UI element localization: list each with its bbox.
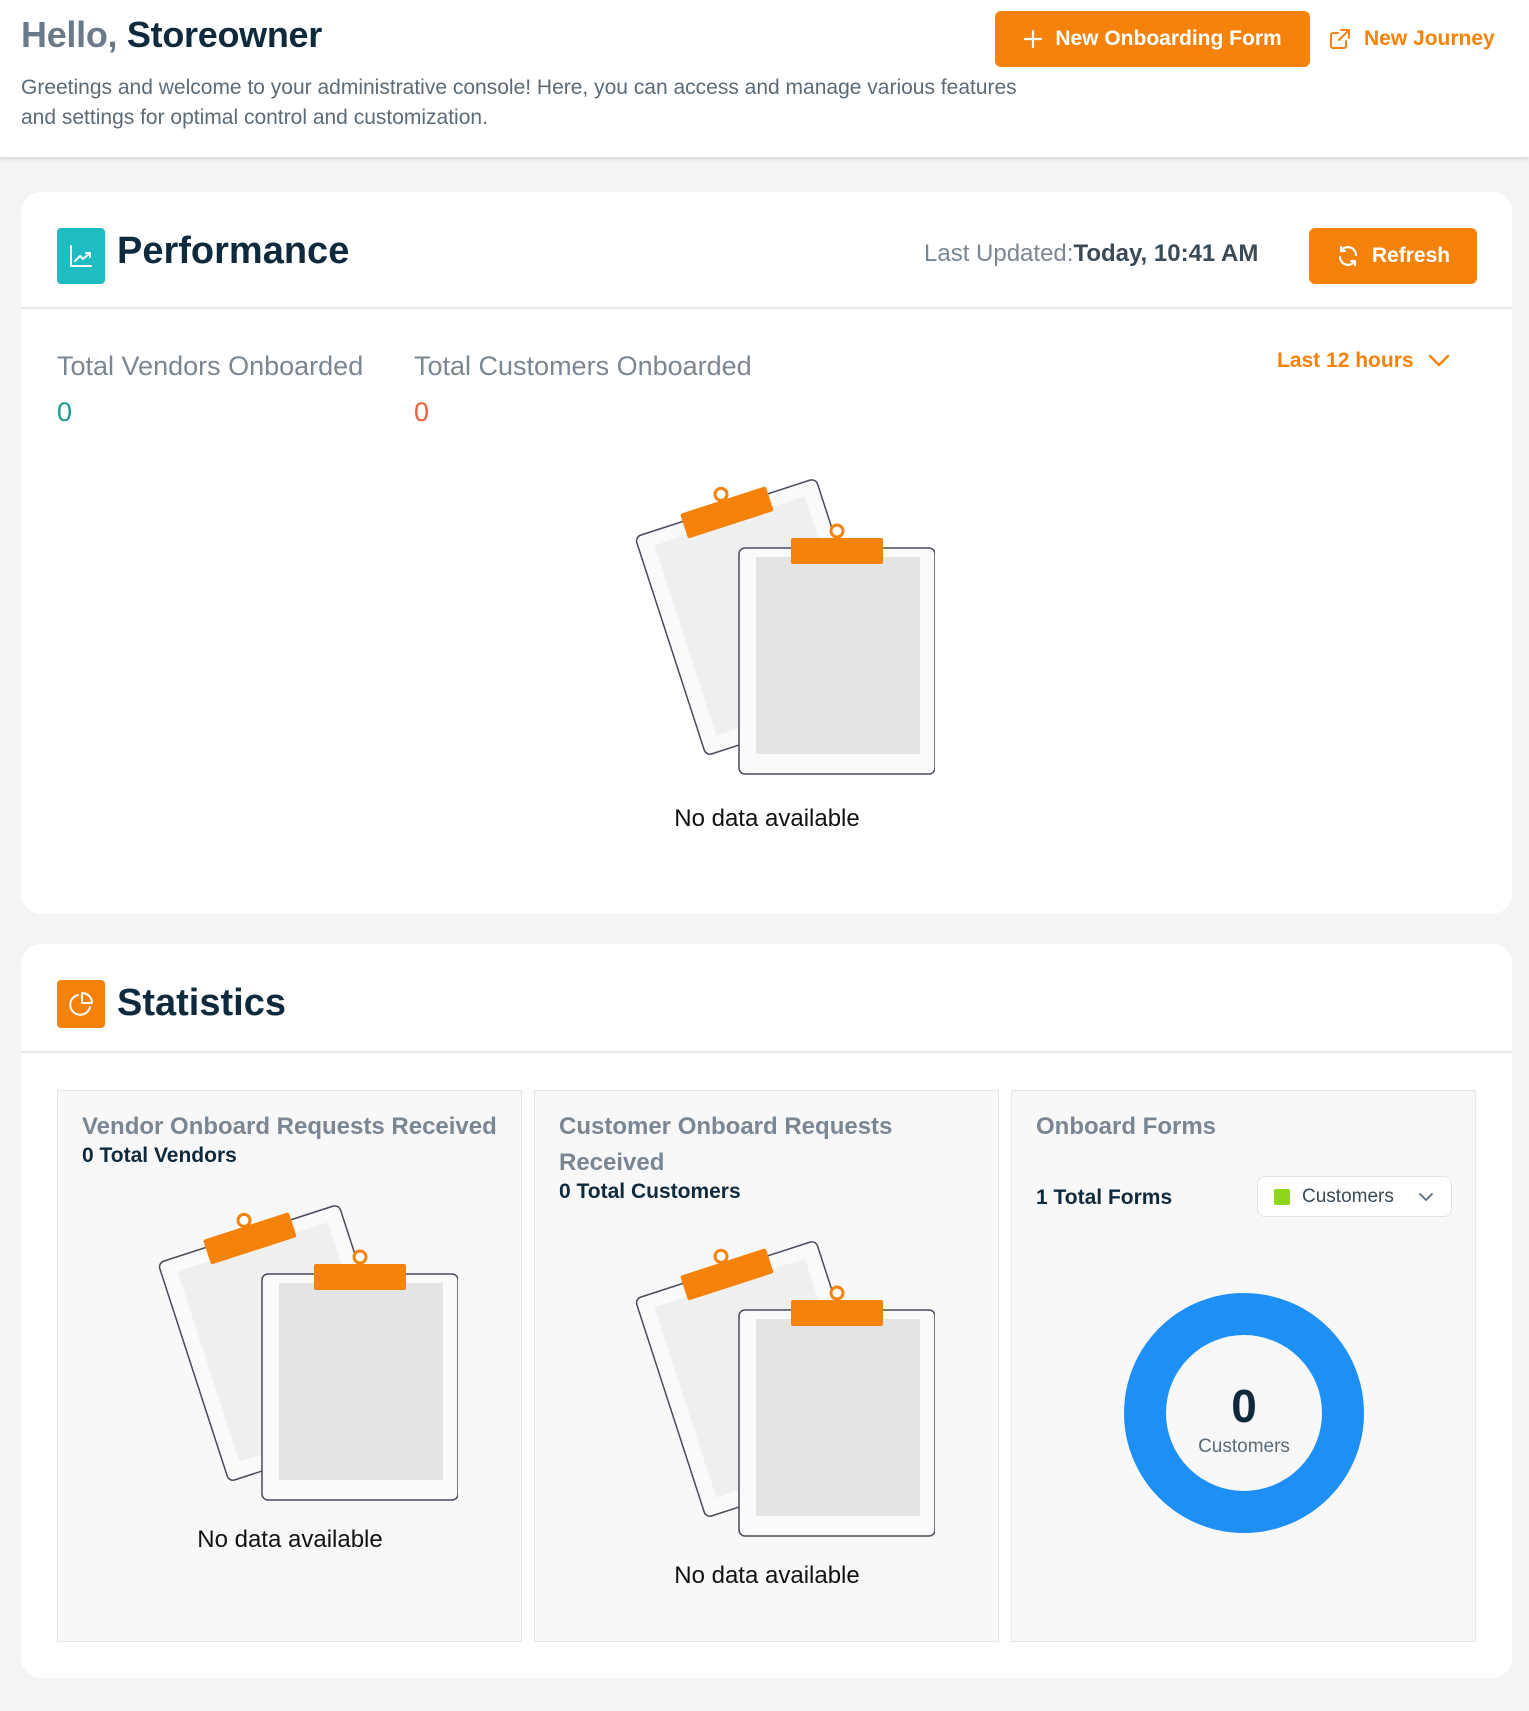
- time-range-select[interactable]: Last 12 hours: [1277, 349, 1450, 373]
- total-vendors: 0 Total Vendors: [82, 1144, 237, 1167]
- refresh-icon: [1336, 244, 1360, 268]
- pie-chart-icon: [57, 980, 105, 1028]
- form-type-label: Customers: [1302, 1185, 1394, 1207]
- customer-requests-panel: Customer Onboard Requests Received 0 Tot…: [534, 1090, 999, 1642]
- performance-card: Performance Last Updated:Today, 10:41 AM…: [21, 192, 1512, 914]
- performance-title: Performance: [117, 230, 350, 272]
- chevron-down-icon: [1418, 1192, 1434, 1202]
- vendor-requests-title: Vendor Onboard Requests Received: [82, 1113, 497, 1140]
- total-forms: 1 Total Forms: [1036, 1186, 1173, 1209]
- welcome-text: Greetings and welcome to your administra…: [21, 76, 1017, 129]
- customers-legend-swatch: [1274, 1188, 1290, 1205]
- customer-empty-text: No data available: [674, 1562, 860, 1589]
- form-type-select[interactable]: Customers: [1257, 1176, 1452, 1217]
- last-updated-label: Last Updated:: [924, 240, 1074, 267]
- chart-trend-icon: [57, 228, 105, 284]
- greeting-name: Storeowner: [126, 14, 322, 55]
- new-journey-label: New Journey: [1364, 27, 1495, 50]
- page-header: Hello, Storeowner Greetings and welcome …: [0, 0, 1529, 157]
- total-customers: 0 Total Customers: [559, 1180, 741, 1203]
- performance-empty-text: No data available: [674, 805, 860, 832]
- refresh-button[interactable]: Refresh: [1309, 228, 1477, 284]
- statistics-card-header: Statistics: [21, 944, 1512, 1053]
- last-updated-value: Today, 10:41 AM: [1073, 240, 1259, 267]
- greeting: Hello, Storeowner: [21, 14, 322, 56]
- onboard-forms-title: Onboard Forms: [1036, 1113, 1217, 1140]
- customers-onboarded-value: 0: [414, 397, 430, 427]
- new-journey-link[interactable]: New Journey: [1328, 22, 1495, 56]
- greeting-hello: Hello,: [21, 14, 118, 55]
- refresh-label: Refresh: [1371, 244, 1451, 267]
- empty-clipboard-illustration: [615, 475, 935, 775]
- donut-center-value: 0: [1231, 1380, 1257, 1432]
- external-link-icon: [1328, 27, 1352, 51]
- empty-clipboard-illustration: [138, 1201, 458, 1501]
- vendors-onboarded-label: Total Vendors Onboarded: [57, 351, 364, 381]
- vendor-empty-text: No data available: [197, 1526, 383, 1553]
- vendor-requests-panel: Vendor Onboard Requests Received 0 Total…: [57, 1090, 522, 1642]
- statistics-title: Statistics: [117, 982, 286, 1024]
- new-onboarding-form-label: New Onboarding Form: [1055, 27, 1282, 50]
- chevron-down-icon: [1428, 354, 1450, 368]
- customers-onboarded-label: Total Customers Onboarded: [414, 351, 752, 381]
- plus-icon: [1023, 29, 1043, 49]
- performance-card-header: Performance Last Updated:Today, 10:41 AM…: [21, 192, 1512, 309]
- onboard-forms-panel: Onboard Forms 1 Total Forms Customers 0 …: [1011, 1090, 1476, 1642]
- new-onboarding-form-button[interactable]: New Onboarding Form: [995, 11, 1310, 67]
- last-updated: Last Updated:Today, 10:41 AM: [924, 240, 1258, 268]
- empty-clipboard-illustration: [615, 1237, 935, 1537]
- time-range-label: Last 12 hours: [1277, 349, 1414, 372]
- vendors-onboarded-value: 0: [57, 397, 73, 427]
- donut-center-label: Customers: [1198, 1436, 1290, 1457]
- customer-requests-title: Customer Onboard Requests Received: [559, 1113, 893, 1176]
